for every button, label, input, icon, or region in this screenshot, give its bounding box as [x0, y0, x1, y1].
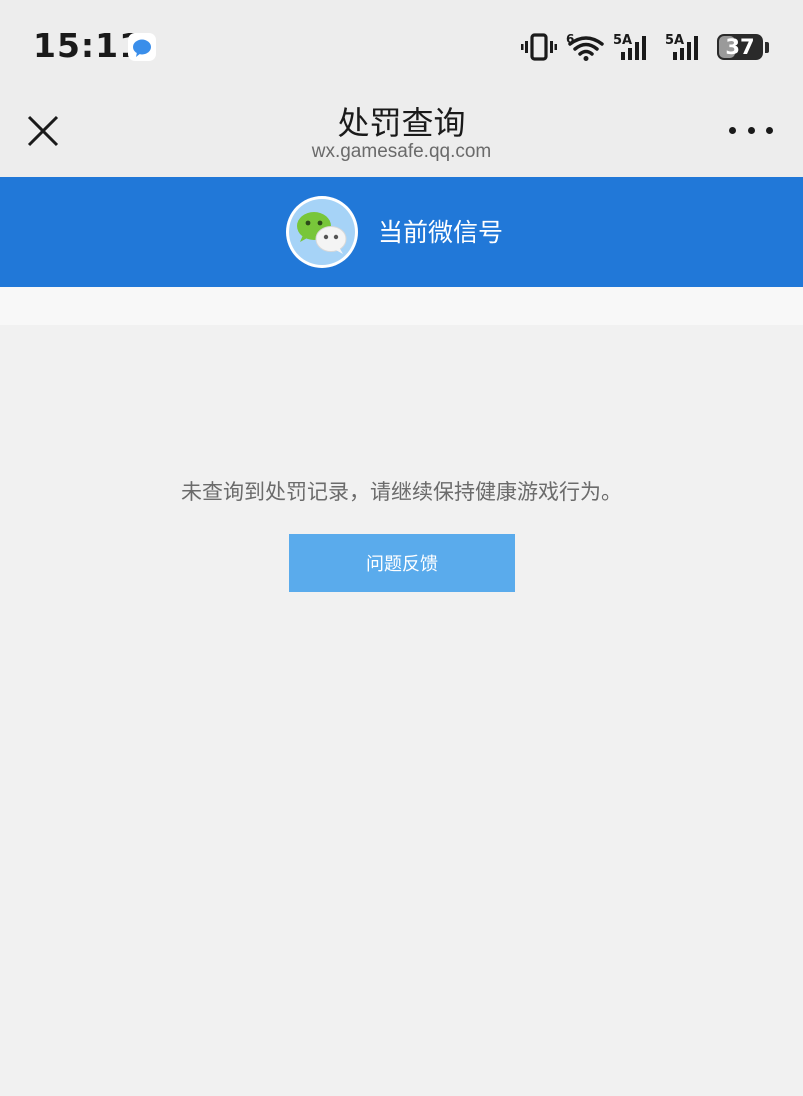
- page-url: wx.gamesafe.qq.com: [311, 141, 492, 162]
- divider-strip: [0, 287, 803, 325]
- status-bar: 15:11 6 5A 5A 37: [0, 0, 803, 92]
- wechat-logo-icon: [289, 199, 355, 265]
- page-title: 处罚查询: [337, 104, 466, 142]
- account-header: 当前微信号: [0, 177, 803, 287]
- more-icon: [729, 126, 736, 134]
- battery-level: 37: [725, 35, 755, 59]
- title-bar: 处罚查询 wx.gamesafe.qq.com: [0, 92, 803, 177]
- chat-bubble-icon: [128, 33, 156, 65]
- signal-icon-1: 5A: [613, 33, 646, 60]
- vibrate-icon: [521, 33, 557, 61]
- wifi-icon: 6: [566, 32, 604, 61]
- result-message: 未查询到处罚记录，请继续保持健康游戏行为。: [181, 480, 622, 504]
- status-indicators: 6 5A 5A 37: [521, 30, 769, 64]
- more-icon: [747, 126, 755, 134]
- signal1-label: 5A: [613, 33, 632, 48]
- signal-icon-2: 5A: [665, 33, 698, 60]
- battery-icon: 37: [717, 34, 763, 60]
- more-button[interactable]: [729, 118, 773, 142]
- avatar: [286, 196, 358, 268]
- more-icon: [766, 126, 773, 134]
- status-time: 15:11: [33, 26, 144, 65]
- battery-cap: [765, 41, 769, 53]
- feedback-button[interactable]: 问题反馈: [289, 534, 515, 592]
- signal2-label: 5A: [665, 33, 684, 48]
- account-label: 当前微信号: [378, 218, 504, 247]
